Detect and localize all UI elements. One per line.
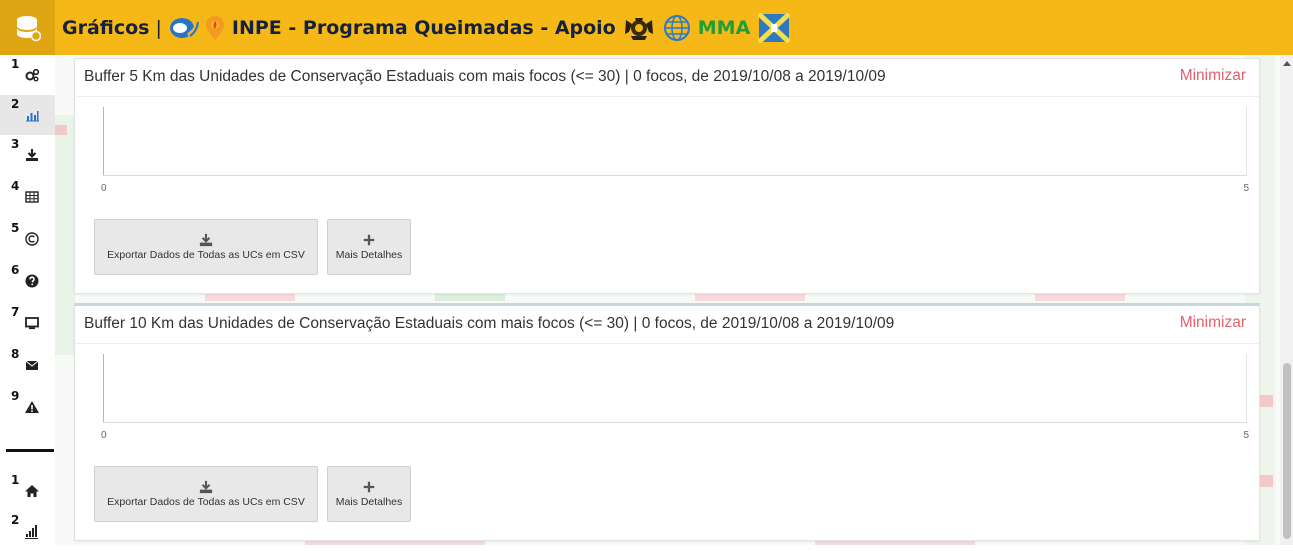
- plus-icon: [363, 481, 375, 493]
- globe-logo-icon: [663, 15, 690, 41]
- export-csv-button[interactable]: Exportar Dados de Todas as UCs em CSV: [94, 466, 318, 522]
- sidebar-nav: 1 2 3 4 5 6 7 8 9 1 2: [0, 55, 55, 545]
- sidebar-item-number: 2: [11, 97, 20, 111]
- header-subtitle: INPE - Programa Queimadas - Apoio: [231, 17, 616, 39]
- sidebar-item-number: 8: [11, 347, 20, 361]
- x-tick-label: 0: [101, 430, 107, 441]
- panel-header: Buffer 5 Km das Unidades de Conservação …: [75, 59, 1259, 97]
- sidebar-item-number: 5: [11, 221, 20, 235]
- title-separator: |: [155, 17, 162, 39]
- sidebar-item-3[interactable]: 3: [0, 135, 55, 175]
- chart-gridline: [1246, 354, 1247, 422]
- chart-y-axis: [103, 107, 104, 175]
- monitor-icon: [25, 317, 39, 330]
- inpe-logo-icon: [169, 18, 200, 38]
- sidebar-item-home[interactable]: 1: [0, 471, 55, 511]
- panel-title: Buffer 10 Km das Unidades de Conservação…: [84, 315, 895, 332]
- sidebar-item-4[interactable]: 4: [0, 177, 55, 217]
- sidebar-item-number: 1: [11, 473, 20, 487]
- more-details-label: Mais Detalhes: [335, 496, 403, 508]
- gears-icon: [25, 68, 40, 82]
- partner-flag-icon: [758, 13, 791, 43]
- x-tick-label: 5: [1243, 430, 1249, 441]
- chart-panel-buffer-10km: Buffer 10 Km das Unidades de Conservação…: [74, 303, 1260, 541]
- sidebar-item-5[interactable]: 5: [0, 219, 55, 259]
- more-details-label: Mais Detalhes: [335, 249, 403, 261]
- minimize-link[interactable]: Minimizar: [1180, 67, 1246, 85]
- sidebar-item-number: 7: [11, 305, 20, 319]
- database-fire-icon[interactable]: [0, 0, 55, 55]
- x-tick-label: 5: [1243, 183, 1249, 194]
- sidebar-item-2[interactable]: 2: [0, 95, 55, 135]
- sidebar-item-number: 9: [11, 389, 20, 403]
- bar-chart: 0 5: [101, 107, 1249, 197]
- warning-icon: [25, 401, 39, 413]
- more-details-button[interactable]: Mais Detalhes: [327, 219, 411, 275]
- chart-y-axis: [103, 354, 104, 422]
- queimadas-pin-icon: [205, 16, 224, 40]
- download-icon: [199, 480, 213, 494]
- sidebar-item-number: 2: [11, 513, 20, 527]
- sidebar-item-1[interactable]: 1: [0, 55, 55, 95]
- export-csv-button[interactable]: Exportar Dados de Todas as UCs em CSV: [94, 219, 318, 275]
- bar-chart-icon: [26, 111, 39, 122]
- sidebar-item-number: 1: [11, 57, 20, 71]
- download-icon: [26, 149, 38, 161]
- sidebar-item-signal[interactable]: 2: [0, 511, 55, 551]
- signal-bars-icon: [25, 525, 38, 539]
- bar-chart: 0 5: [101, 354, 1249, 444]
- plus-icon: [363, 234, 375, 246]
- export-csv-label: Exportar Dados de Todas as UCs em CSV: [107, 496, 305, 508]
- header-title: Gráficos | INPE - Programa Queimadas - A…: [62, 13, 791, 43]
- sidebar-item-number: 3: [11, 137, 20, 151]
- mma-label: MMA: [697, 17, 751, 39]
- scroll-thumb[interactable]: [1283, 363, 1291, 539]
- export-csv-label: Exportar Dados de Todas as UCs em CSV: [107, 249, 305, 261]
- chart-x-axis: [103, 422, 1247, 423]
- home-icon: [25, 485, 39, 497]
- x-tick-label: 0: [101, 183, 107, 194]
- chart-gridline: [1246, 107, 1247, 175]
- copyright-icon: [25, 232, 39, 246]
- panel-title: Buffer 5 Km das Unidades de Conservação …: [84, 68, 886, 85]
- sidebar-item-6[interactable]: 6: [0, 261, 55, 301]
- sidebar-item-number: 4: [11, 179, 20, 193]
- coat-of-arms-icon: [624, 18, 653, 40]
- more-details-button[interactable]: Mais Detalhes: [327, 466, 411, 522]
- sidebar-item-9[interactable]: 9: [0, 387, 55, 427]
- chart-panel-buffer-5km: Buffer 5 Km das Unidades de Conservação …: [74, 58, 1260, 294]
- page-scrollbar[interactable]: [1280, 55, 1293, 545]
- table-icon: [25, 191, 39, 203]
- scroll-up-arrow-icon[interactable]: [1283, 61, 1291, 66]
- app-header: Gráficos | INPE - Programa Queimadas - A…: [0, 0, 1293, 55]
- panel-header: Buffer 10 Km das Unidades de Conservação…: [75, 306, 1259, 344]
- sidebar-item-8[interactable]: 8: [0, 345, 55, 385]
- envelope-icon: [25, 360, 39, 370]
- chart-x-axis: [103, 175, 1247, 176]
- sidebar-item-number: 6: [11, 263, 20, 277]
- download-icon: [199, 233, 213, 247]
- question-circle-icon: [25, 274, 39, 288]
- sidebar-divider: [6, 449, 54, 452]
- page-title: Gráficos: [62, 17, 150, 39]
- minimize-link[interactable]: Minimizar: [1180, 314, 1246, 332]
- sidebar-item-7[interactable]: 7: [0, 303, 55, 343]
